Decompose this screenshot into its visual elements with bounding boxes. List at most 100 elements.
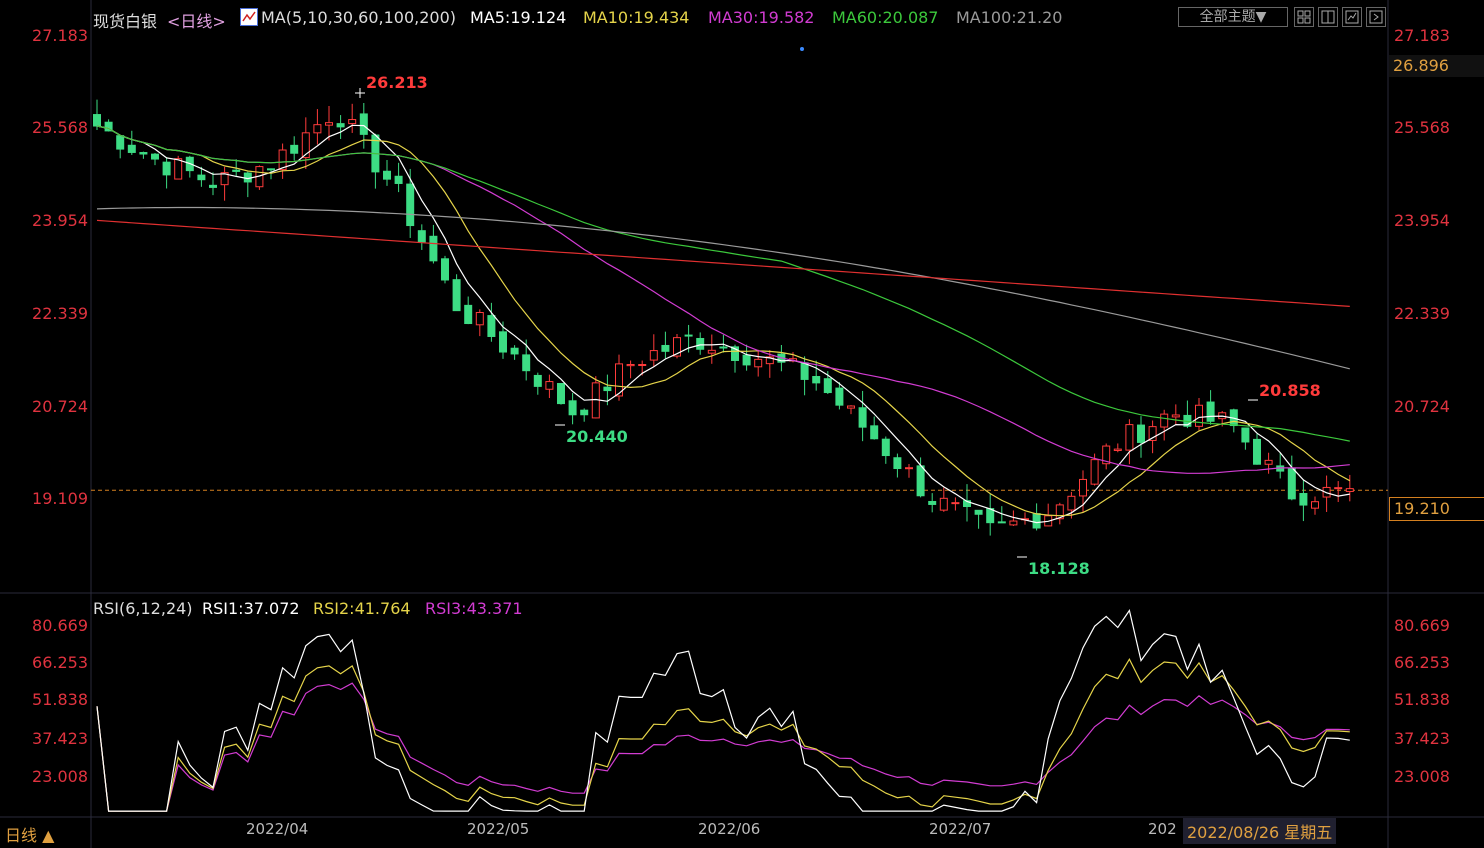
price-tick: 22.339	[32, 304, 88, 323]
candle	[649, 350, 658, 361]
candle	[661, 344, 670, 352]
rsi3-line	[96, 682, 1350, 812]
candle	[812, 376, 821, 384]
candle	[719, 346, 728, 349]
candle	[545, 381, 554, 390]
low-annotation: 18.128	[1028, 559, 1090, 578]
rsi-tick-right: 80.669	[1394, 616, 1450, 635]
date-tick: 2022/05	[467, 820, 530, 838]
candle	[1287, 468, 1296, 500]
candle	[974, 509, 983, 515]
candle	[139, 152, 148, 155]
ma10-value: MA10:19.434	[583, 8, 690, 27]
candle	[684, 334, 693, 337]
candle	[394, 175, 403, 184]
rsi-tick-right: 23.008	[1394, 767, 1450, 786]
current-price-box: 19.210	[1389, 497, 1484, 521]
candle	[707, 349, 716, 354]
candle	[916, 465, 925, 497]
price-tick: 27.183	[32, 26, 88, 45]
date-tick: 202	[1148, 820, 1177, 838]
candle	[209, 184, 217, 188]
candle	[1253, 438, 1261, 465]
candle	[510, 347, 519, 355]
candle	[754, 358, 763, 368]
high-annotation: 26.213	[366, 73, 428, 92]
rsi2-value: RSI2:41.764	[313, 599, 411, 618]
candle	[1009, 520, 1018, 526]
rsi1-line	[96, 609, 1350, 812]
candle	[127, 144, 136, 153]
rsi2-line	[96, 657, 1350, 812]
candle	[986, 508, 995, 524]
period-toggle[interactable]: 日线 ▲	[5, 822, 54, 846]
rsi-tick-right: 51.838	[1394, 690, 1450, 709]
ma-indicator-icon[interactable]	[240, 8, 258, 26]
candle	[522, 354, 531, 372]
candle	[881, 438, 890, 457]
candle	[325, 122, 333, 126]
ma100-value: MA100:21.20	[956, 8, 1063, 27]
rsi-tick: 37.423	[32, 729, 88, 748]
rsi-tick: 51.838	[32, 690, 88, 709]
candle	[928, 500, 937, 505]
candle	[197, 174, 206, 181]
candle	[1090, 459, 1099, 485]
candle	[823, 378, 832, 394]
rsi-tick-right: 37.423	[1394, 729, 1450, 748]
candle	[835, 387, 844, 406]
chart-settings-icon[interactable]	[1342, 7, 1362, 27]
price-tick-right: 23.954	[1394, 211, 1450, 230]
candle	[487, 315, 496, 337]
price-tick: 23.954	[32, 211, 88, 230]
price-tick: 19.109	[32, 489, 88, 508]
candle	[1299, 493, 1308, 506]
candle	[1067, 495, 1076, 511]
candle	[464, 304, 473, 325]
ma5-value: MA5:19.124	[470, 8, 567, 27]
price-tick-right: 25.568	[1394, 118, 1450, 137]
panel-layout-icon[interactable]	[1318, 7, 1338, 27]
candle	[1125, 424, 1134, 451]
price-chart[interactable]	[0, 0, 1484, 848]
rsi-label: RSI(6,12,24)	[93, 599, 193, 618]
candle	[1264, 459, 1273, 465]
period-selector[interactable]: <日线>	[167, 8, 226, 32]
candle	[1345, 488, 1354, 492]
candle	[893, 457, 902, 470]
candle	[638, 364, 647, 367]
rsi-tick: 80.669	[32, 616, 88, 635]
candle	[1334, 487, 1343, 490]
candle	[267, 168, 275, 171]
candle	[557, 383, 565, 405]
candle	[417, 230, 426, 243]
ma200-line	[96, 219, 1350, 307]
ma60-value: MA60:20.087	[832, 8, 939, 27]
candle	[162, 161, 171, 176]
candle	[313, 124, 322, 134]
candle	[429, 235, 438, 262]
price-tick: 25.568	[32, 118, 88, 137]
grid-layout-icon[interactable]	[1294, 7, 1314, 27]
candle	[997, 521, 1006, 524]
candle	[847, 405, 855, 409]
candle	[475, 312, 484, 326]
candle	[1311, 501, 1319, 509]
rsi3-value: RSI3:43.371	[425, 599, 523, 618]
rsi1-value: RSI1:37.072	[202, 599, 300, 618]
candle	[151, 153, 159, 160]
candle	[290, 144, 299, 154]
date-tick: 2022/06	[698, 820, 761, 838]
low-annotation: 20.440	[566, 427, 628, 446]
candle	[383, 170, 391, 180]
top-value-box: 26.896	[1389, 55, 1484, 77]
ma30-value: MA30:19.582	[708, 8, 815, 27]
expand-icon[interactable]	[1366, 7, 1386, 27]
candle	[452, 279, 461, 312]
candle	[1137, 424, 1145, 443]
rsi-tick-right: 66.253	[1394, 653, 1450, 672]
candle	[232, 169, 241, 172]
theme-dropdown[interactable]: 全部主题▼	[1178, 7, 1288, 27]
ma10-line	[96, 125, 1351, 517]
candle	[800, 362, 809, 380]
